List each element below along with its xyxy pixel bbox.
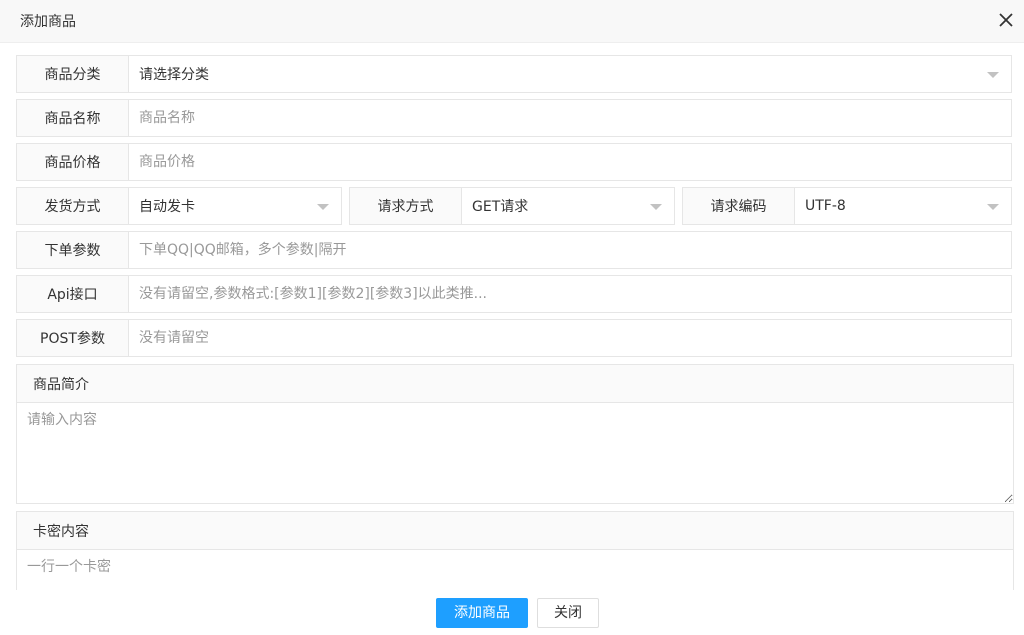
order-params-row: 下单参数	[16, 231, 1012, 269]
post-params-input[interactable]	[139, 320, 1011, 356]
request-encoding-select[interactable]: UTF-8	[795, 188, 1011, 224]
intro-block: 商品简介	[16, 364, 1014, 504]
order-params-field: 下单参数	[16, 231, 1012, 269]
post-params-label: POST参数	[17, 320, 129, 356]
category-row: 商品分类 请选择分类	[16, 55, 1012, 93]
order-params-input-wrap	[129, 232, 1011, 268]
chevron-down-icon	[987, 204, 999, 210]
intro-label: 商品简介	[17, 365, 1013, 403]
order-params-label: 下单参数	[17, 232, 129, 268]
api-label: Api接口	[17, 276, 129, 312]
intro-textarea[interactable]	[17, 403, 1013, 503]
name-label: 商品名称	[17, 100, 129, 136]
delivery-value: 自动发卡	[139, 199, 195, 215]
delivery-select[interactable]: 自动发卡	[129, 188, 341, 224]
request-method-select[interactable]: GET请求	[462, 188, 674, 224]
close-button[interactable]: 关闭	[537, 598, 599, 628]
chevron-down-icon	[987, 72, 999, 78]
name-row: 商品名称	[16, 99, 1012, 137]
price-label: 商品价格	[17, 144, 129, 180]
category-field: 商品分类 请选择分类	[16, 55, 1012, 93]
dialog-header: 添加商品	[0, 0, 1024, 43]
dialog-title: 添加商品	[20, 14, 76, 30]
name-input[interactable]	[139, 100, 1011, 136]
request-encoding-label: 请求编码	[683, 188, 795, 224]
delivery-row: 发货方式 自动发卡 请求方式 GET请求 请求编码 UTF-8	[16, 187, 1012, 225]
dialog-footer: 添加商品 关闭	[0, 590, 1024, 635]
request-method-value: GET请求	[472, 199, 529, 215]
post-params-input-wrap	[129, 320, 1011, 356]
category-select[interactable]: 请选择分类	[129, 56, 1011, 92]
post-params-row: POST参数	[16, 319, 1012, 357]
api-input-wrap	[129, 276, 1011, 312]
request-encoding-value: UTF-8	[805, 198, 846, 214]
order-params-input[interactable]	[139, 232, 1011, 268]
delivery-field: 发货方式 自动发卡	[16, 187, 342, 225]
name-input-wrap	[129, 100, 1011, 136]
chevron-down-icon	[650, 204, 662, 210]
add-product-button[interactable]: 添加商品	[436, 598, 528, 628]
request-method-label: 请求方式	[350, 188, 462, 224]
price-input-wrap	[129, 144, 1011, 180]
delivery-label: 发货方式	[17, 188, 129, 224]
close-icon[interactable]	[996, 10, 1016, 30]
request-encoding-field: 请求编码 UTF-8	[682, 187, 1012, 225]
category-label: 商品分类	[17, 56, 129, 92]
cards-label: 卡密内容	[17, 512, 1013, 550]
api-input[interactable]	[139, 276, 1011, 312]
price-field: 商品价格	[16, 143, 1012, 181]
price-row: 商品价格	[16, 143, 1012, 181]
api-row: Api接口	[16, 275, 1012, 313]
price-input[interactable]	[139, 144, 1011, 180]
category-value: 请选择分类	[139, 67, 209, 83]
api-field: Api接口	[16, 275, 1012, 313]
name-field: 商品名称	[16, 99, 1012, 137]
chevron-down-icon	[317, 204, 329, 210]
post-params-field: POST参数	[16, 319, 1012, 357]
request-method-field: 请求方式 GET请求	[349, 187, 675, 225]
